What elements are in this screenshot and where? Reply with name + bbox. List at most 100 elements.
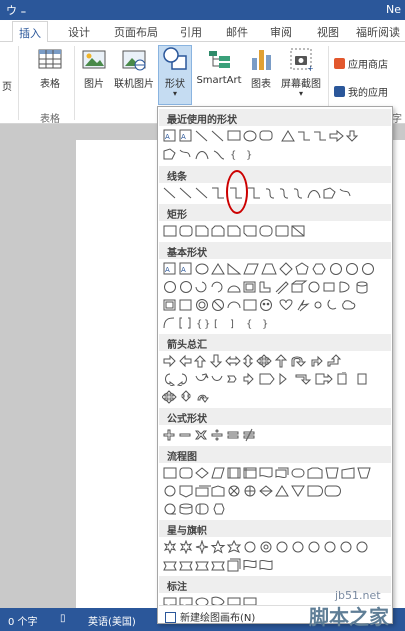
stars-row-1[interactable] <box>162 540 390 554</box>
shape-row[interactable]: A A <box>162 262 390 276</box>
section-equation-shapes: 公式形状 <box>159 408 391 425</box>
new-drawing-canvas-label: 新建绘图画布(N) <box>180 613 256 624</box>
section-basic-shapes: 基本形状 <box>159 242 391 259</box>
svg-text:{: { <box>196 319 202 330</box>
chevron-down-icon: ▾ <box>172 89 177 98</box>
chart-button-label: 图表 <box>251 79 271 90</box>
block-arrows-row-1[interactable] <box>162 354 390 368</box>
apps-group-label-fragment: 字 <box>392 114 402 125</box>
online-picture-icon <box>122 50 146 71</box>
shape-row[interactable] <box>162 224 390 238</box>
svg-text:A: A <box>165 133 170 141</box>
table-button-label: 表格 <box>40 79 60 90</box>
chart-button[interactable]: 图表 <box>248 46 274 90</box>
section-flowchart: 流程图 <box>159 446 391 463</box>
shape-row[interactable] <box>162 558 390 572</box>
tab-review[interactable]: 审阅 <box>270 24 292 40</box>
picture-button-label: 图片 <box>84 79 104 90</box>
window-title: Ne <box>386 3 401 16</box>
shape-row[interactable] <box>162 502 390 516</box>
section-block-arrows: 箭头总汇 <box>159 334 391 351</box>
banners-row[interactable] <box>162 558 390 572</box>
shape-row[interactable] <box>162 428 390 442</box>
svg-text:+: + <box>307 64 314 72</box>
shapes-button[interactable]: 形状 ▾ <box>158 45 192 105</box>
shape-row[interactable]: { } <box>162 147 390 161</box>
app-store-button[interactable]: 应用商店 <box>334 56 388 71</box>
section-lines: 线条 <box>159 166 391 183</box>
table-icon <box>38 49 62 69</box>
tab-foxit-reader[interactable]: 福昕阅读 <box>356 24 400 40</box>
screenshot-icon: + <box>290 48 314 72</box>
svg-text:{: { <box>246 319 252 330</box>
app-store-button-label: 应用商店 <box>348 60 388 71</box>
shape-row[interactable] <box>162 354 390 368</box>
proofing-icon[interactable]: ▯ <box>60 613 66 624</box>
smartart-button-label: SmartArt <box>196 75 242 86</box>
tab-view[interactable]: 视图 <box>317 24 339 40</box>
tab-design[interactable]: 设计 <box>68 24 90 40</box>
my-apps-button-label: 我的应用 <box>348 88 388 99</box>
shape-row[interactable]: {} [] {} <box>162 316 390 330</box>
svg-text:{: { <box>230 150 236 161</box>
tab-references[interactable]: 引用 <box>180 24 202 40</box>
svg-text:}: } <box>246 150 252 161</box>
title-bar: ウ ₌ Ne <box>0 0 405 20</box>
shape-row[interactable] <box>162 280 390 294</box>
smartart-button[interactable]: SmartArt <box>196 46 242 86</box>
table-button[interactable]: 表格 <box>32 46 68 90</box>
svg-text:A: A <box>181 133 186 141</box>
shape-row[interactable] <box>162 540 390 554</box>
svg-text:}: } <box>204 319 210 330</box>
shapes-gallery-dropdown: 最近使用的形状 A A { } 线条 矩形 基本形状 A A {} [] {… <box>157 106 393 624</box>
flowchart-row-3[interactable] <box>162 502 390 516</box>
annotation-circle <box>226 170 248 214</box>
my-apps-button[interactable]: 我的应用 <box>334 84 388 99</box>
recent-shapes-row-1[interactable]: A A <box>162 129 390 143</box>
lines-row[interactable] <box>162 186 390 200</box>
shape-row[interactable] <box>162 390 390 404</box>
online-picture-button-label: 联机图片 <box>114 79 154 90</box>
quick-access-toolbar[interactable]: ウ ₌ <box>6 2 26 18</box>
svg-text:}: } <box>262 319 268 330</box>
tab-page-layout[interactable]: 页面布局 <box>114 24 158 40</box>
shape-row[interactable] <box>162 372 390 386</box>
svg-text:[: [ <box>214 319 218 330</box>
online-picture-button[interactable]: 联机图片 <box>112 46 156 90</box>
section-stars-and-banners: 星与旗帜 <box>159 520 391 537</box>
apps-grid-icon <box>334 86 345 97</box>
basic-shapes-row-1[interactable]: A A <box>162 262 390 276</box>
block-arrows-row-3[interactable] <box>162 390 390 404</box>
page-group-fragment: 页 <box>2 82 12 93</box>
smartart-icon <box>209 51 230 68</box>
screenshot-button[interactable]: + 屏幕截图 ▾ <box>278 46 324 98</box>
flowchart-row-1[interactable] <box>162 466 390 480</box>
shape-row[interactable]: A A <box>162 129 390 143</box>
picture-button[interactable]: 图片 <box>80 46 108 90</box>
chevron-down-icon: ▾ <box>298 89 303 98</box>
recent-shapes-row-2[interactable]: { } <box>162 147 390 161</box>
store-bag-icon <box>334 58 345 69</box>
shape-row[interactable] <box>162 484 390 498</box>
basic-shapes-row-3[interactable] <box>162 298 390 312</box>
basic-shapes-row-2[interactable] <box>162 280 390 294</box>
divider <box>18 46 19 120</box>
shape-row[interactable] <box>162 298 390 312</box>
flowchart-row-2[interactable] <box>162 484 390 498</box>
drawing-canvas-icon <box>165 612 176 623</box>
svg-text:A: A <box>181 266 186 274</box>
language-indicator[interactable]: 英语(美国) <box>88 613 136 628</box>
svg-text:]: ] <box>230 319 234 330</box>
shape-row[interactable] <box>162 466 390 480</box>
block-arrows-row-2[interactable] <box>162 372 390 386</box>
shape-row[interactable] <box>162 186 390 200</box>
basic-shapes-row-4[interactable]: {} [] {} <box>162 316 390 330</box>
tab-mailings[interactable]: 邮件 <box>226 24 248 40</box>
shapes-icon <box>163 47 187 70</box>
rectangles-row[interactable] <box>162 224 390 238</box>
word-count[interactable]: 0 个字 <box>8 613 38 628</box>
tab-insert[interactable]: 插入 <box>12 21 48 43</box>
equation-shapes-row[interactable] <box>162 428 390 442</box>
table-group-label: 表格 <box>40 114 60 125</box>
ribbon-tabs: 插入 设计 页面布局 引用 邮件 审阅 视图 福昕阅读 <box>0 20 405 43</box>
